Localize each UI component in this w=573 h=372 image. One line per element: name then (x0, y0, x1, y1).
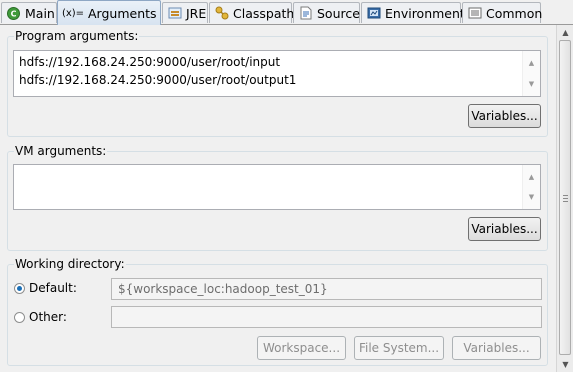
jre-icon (167, 6, 182, 21)
grip-line (563, 201, 568, 202)
vm-variables-button[interactable]: Variables... (468, 217, 541, 241)
tab-label: Common (486, 5, 543, 21)
other-radio[interactable] (14, 311, 25, 323)
scroll-up-icon: ▲ (528, 59, 535, 67)
scroll-down-icon[interactable]: ▼ (557, 357, 573, 372)
default-radio-row[interactable]: Default: (14, 281, 77, 295)
tab-classpath[interactable]: Classpath (209, 2, 295, 23)
tab-label: Source (317, 5, 360, 21)
svg-text:C: C (11, 9, 17, 18)
tab-label: Environment (385, 5, 465, 21)
tab-source[interactable]: Source (293, 2, 360, 23)
tab-label: Arguments (88, 5, 157, 21)
vm-arguments-title: VM arguments: (14, 144, 108, 158)
program-arguments-lines: hdfs://192.168.24.250:9000/user/root/inp… (19, 53, 296, 89)
tab-bar: C Main (x)= Arguments JRE Classpath Sour… (0, 0, 573, 25)
tab-environment[interactable]: Environment (361, 2, 465, 23)
working-directory-title: Working directory: (14, 257, 126, 271)
program-argument-line: hdfs://192.168.24.250:9000/user/root/out… (19, 73, 297, 87)
tab-label: Main (25, 5, 55, 21)
other-label: Other: (29, 310, 67, 324)
workspace-button[interactable]: Workspace... (257, 336, 346, 360)
program-arguments-scrollbar[interactable]: ▲ ▼ (522, 51, 540, 96)
grip-line (563, 195, 568, 196)
other-directory-field[interactable] (111, 306, 542, 328)
scroll-down-icon: ▼ (528, 193, 535, 201)
default-label: Default: (29, 281, 77, 295)
panel-scrollbar[interactable]: ▲ ▼ (556, 25, 573, 372)
tab-main[interactable]: C Main (1, 2, 57, 23)
scroll-up-icon[interactable]: ▲ (557, 25, 573, 40)
grip-line (563, 198, 568, 199)
default-radio[interactable] (14, 282, 25, 294)
vm-arguments-scrollbar[interactable]: ▲ ▼ (522, 165, 540, 209)
arguments-icon: (x)= (61, 7, 85, 19)
tab-common[interactable]: Common (462, 2, 543, 23)
common-icon (467, 6, 482, 21)
default-directory-field: ${workspace_loc:hadoop_test_01} (111, 278, 542, 300)
scroll-thumb[interactable] (559, 40, 571, 355)
program-variables-button[interactable]: Variables... (468, 104, 541, 128)
other-radio-row[interactable]: Other: (14, 310, 67, 324)
main-icon: C (6, 6, 21, 21)
tab-arguments[interactable]: (x)= Arguments (57, 0, 161, 25)
program-arguments-textarea[interactable]: hdfs://192.168.24.250:9000/user/root/inp… (13, 50, 541, 97)
tab-label: JRE (186, 5, 207, 21)
program-arguments-title: Program arguments: (14, 29, 140, 43)
scroll-up-icon: ▲ (528, 173, 535, 181)
tab-label: Classpath (233, 5, 295, 21)
classpath-icon (214, 6, 229, 21)
working-dir-variables-button[interactable]: Variables... (452, 336, 541, 360)
vm-arguments-textarea[interactable]: ▲ ▼ (13, 164, 541, 210)
program-argument-line: hdfs://192.168.24.250:9000/user/root/inp… (19, 55, 281, 69)
tab-jre[interactable]: JRE (162, 2, 208, 23)
environment-icon (366, 6, 381, 21)
file-system-button[interactable]: File System... (354, 336, 444, 360)
scroll-down-icon: ▼ (528, 80, 535, 88)
source-icon (298, 6, 313, 21)
